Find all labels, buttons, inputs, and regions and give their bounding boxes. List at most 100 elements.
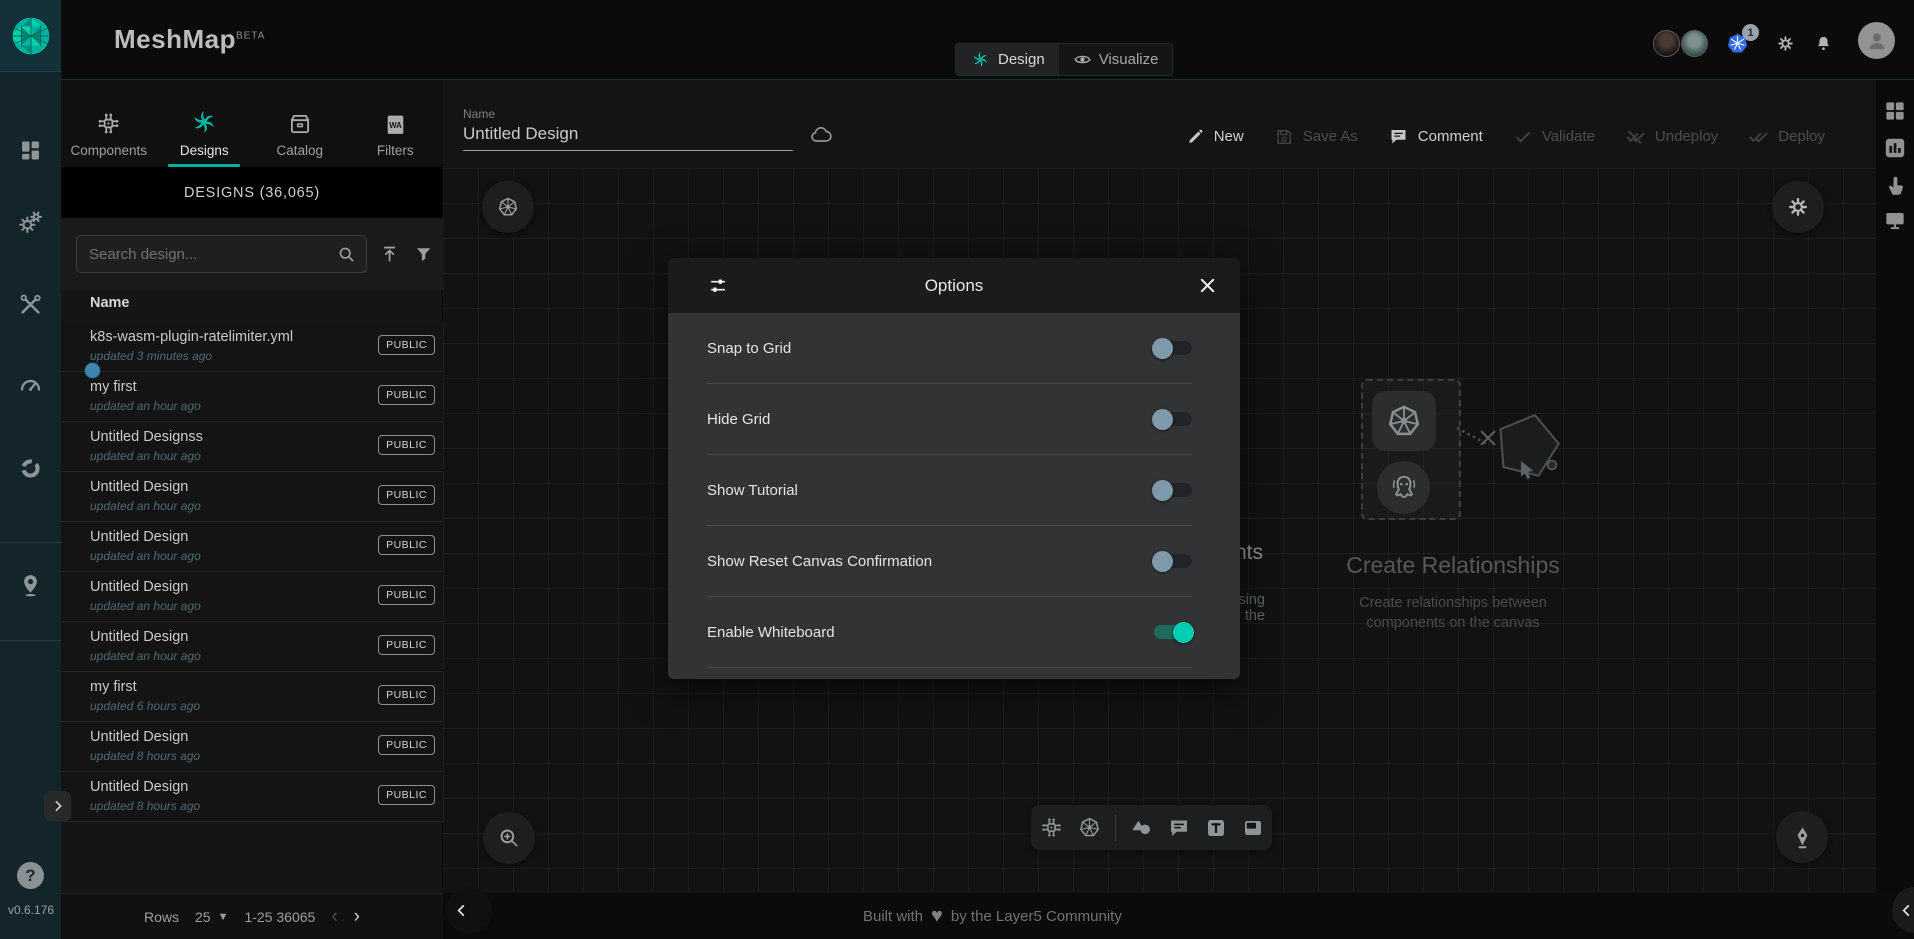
donut-chart-icon[interactable]: [17, 455, 44, 482]
show-tutorial-toggle[interactable]: [1154, 483, 1192, 497]
gauge-icon[interactable]: [17, 372, 44, 399]
rail-expand-handle[interactable]: [44, 791, 71, 821]
cloud-sync-icon[interactable]: [809, 124, 833, 148]
design-name: Untitled Design: [90, 779, 188, 795]
settings-gear-icon[interactable]: [1775, 33, 1796, 54]
tools-icon[interactable]: [17, 291, 44, 318]
tab-label: Catalog: [276, 143, 323, 158]
collaborator-avatar[interactable]: [1653, 30, 1680, 57]
app-logo[interactable]: [0, 0, 61, 72]
beta-tag: BETA: [236, 30, 265, 41]
pencil-icon: [1186, 127, 1205, 146]
chevron-down-icon: ▼: [218, 911, 229, 923]
components-circuit-icon: [95, 110, 122, 137]
action-label: Undeploy: [1655, 128, 1718, 145]
design-topbar: Name New Save As Comment Validate Und: [443, 80, 1914, 168]
meshsync-squid-tile: [1377, 461, 1430, 514]
canvas-settings-button[interactable]: [1772, 181, 1824, 233]
snap-to-grid-toggle[interactable]: [1154, 341, 1192, 355]
crossed-double-check-icon: [1625, 126, 1646, 147]
text-tool-icon[interactable]: [1204, 816, 1228, 840]
option-row-show-tutorial: Show Tutorial: [707, 455, 1192, 526]
toggle-knob: [1152, 551, 1173, 572]
image-tool-icon[interactable]: [1241, 816, 1265, 840]
visibility-badge: PUBLIC: [378, 335, 435, 355]
filter-funnel-icon[interactable]: [413, 243, 434, 265]
help-button[interactable]: ?: [17, 862, 44, 889]
design-row[interactable]: Untitled Design updated an hour ago PUBL…: [61, 522, 443, 572]
search-input[interactable]: [77, 246, 330, 263]
dock-barchart-icon[interactable]: [1882, 135, 1908, 161]
upload-icon[interactable]: [379, 243, 400, 265]
enable-whiteboard-toggle[interactable]: [1154, 625, 1192, 639]
collaborator-avatar[interactable]: [1681, 30, 1708, 57]
zoom-in-button[interactable]: [483, 812, 535, 864]
design-updated: updated 8 hours ago: [90, 749, 200, 763]
notifications-bell-icon[interactable]: [1814, 34, 1833, 53]
kubernetes-wheel-icon[interactable]: [1077, 815, 1102, 840]
close-icon[interactable]: [1197, 275, 1218, 296]
dock-monitor-icon[interactable]: [1882, 207, 1908, 233]
tab-filters[interactable]: Filters: [348, 80, 444, 167]
next-page-button[interactable]: ›: [354, 906, 360, 928]
check-icon: [1513, 127, 1533, 147]
mode-visualize-button[interactable]: Visualize: [1059, 44, 1173, 75]
mode-visualize-label: Visualize: [1099, 51, 1159, 68]
reset-canvas-confirmation-toggle[interactable]: [1154, 554, 1192, 568]
tab-catalog[interactable]: Catalog: [252, 80, 348, 167]
layer5-mesh-logo-icon: [10, 15, 52, 57]
tab-label: Designs: [180, 143, 229, 158]
design-updated: updated 3 minutes ago: [90, 349, 212, 363]
design-row[interactable]: my first updated an hour ago PUBLIC: [61, 372, 443, 422]
search-icon[interactable]: [336, 244, 357, 265]
user-avatar[interactable]: [1858, 22, 1895, 59]
validate-button[interactable]: Validate: [1513, 126, 1595, 147]
design-row[interactable]: k8s-wasm-plugin-ratelimiter.yml updated …: [61, 322, 443, 372]
whiteboard-pen-button[interactable]: [1776, 811, 1828, 863]
mode-design-button[interactable]: Design: [956, 44, 1059, 75]
dock-touch-icon[interactable]: [1882, 172, 1908, 198]
tab-designs[interactable]: Designs: [157, 80, 253, 167]
gears-icon[interactable]: [17, 209, 44, 236]
new-button[interactable]: New: [1186, 126, 1244, 147]
squid-icon: [1386, 470, 1422, 506]
design-name: Untitled Design: [90, 479, 188, 495]
design-row[interactable]: Untitled Design updated 8 hours ago PUBL…: [61, 772, 443, 822]
component-circuit-icon[interactable]: [1039, 815, 1064, 840]
design-row[interactable]: Untitled Design updated an hour ago PUBL…: [61, 472, 443, 522]
dashboard-icon[interactable]: [17, 137, 44, 164]
deploy-button[interactable]: Deploy: [1748, 126, 1825, 147]
dock-grid-icon[interactable]: [1882, 98, 1908, 124]
pen-nib-icon: [1789, 824, 1816, 851]
design-row[interactable]: my first updated 6 hours ago PUBLIC: [61, 672, 443, 722]
kubernetes-wheel-icon: [496, 195, 520, 219]
options-modal-header: Options: [668, 258, 1240, 313]
rows-per-page-select[interactable]: 25 ▼: [195, 909, 228, 925]
design-name: Untitled Design: [90, 729, 188, 745]
comment-button[interactable]: Comment: [1388, 126, 1483, 147]
save-as-button[interactable]: Save As: [1274, 126, 1358, 147]
design-row[interactable]: Untitled Design updated 8 hours ago PUBL…: [61, 722, 443, 772]
search-box: [76, 235, 367, 273]
undeploy-button[interactable]: Undeploy: [1625, 126, 1718, 147]
previous-page-button[interactable]: ‹: [331, 906, 337, 928]
visibility-badge: PUBLIC: [378, 485, 435, 505]
tab-components[interactable]: Components: [61, 80, 157, 167]
rows-per-page-value: 25: [195, 909, 211, 925]
panel-collapse-handle[interactable]: [446, 887, 492, 933]
toggle-knob: [1152, 480, 1173, 501]
action-label: Validate: [1542, 128, 1595, 145]
pill-divider: [1115, 815, 1116, 841]
design-row[interactable]: Untitled Designss updated an hour ago PU…: [61, 422, 443, 472]
canvas-k8s-button[interactable]: [482, 181, 534, 233]
filters-wasm-icon: [383, 112, 408, 137]
shapes-icon[interactable]: [1129, 815, 1154, 840]
map-pin-icon[interactable]: [17, 572, 44, 599]
onboarding-graphic-box: [1361, 379, 1461, 520]
comment-tool-icon[interactable]: [1167, 816, 1191, 840]
modal-title: Options: [668, 276, 1240, 296]
design-row[interactable]: Untitled Design updated an hour ago PUBL…: [61, 572, 443, 622]
design-row[interactable]: Untitled Design updated an hour ago PUBL…: [61, 622, 443, 672]
design-name-input[interactable]: [463, 124, 793, 151]
hide-grid-toggle[interactable]: [1154, 412, 1192, 426]
